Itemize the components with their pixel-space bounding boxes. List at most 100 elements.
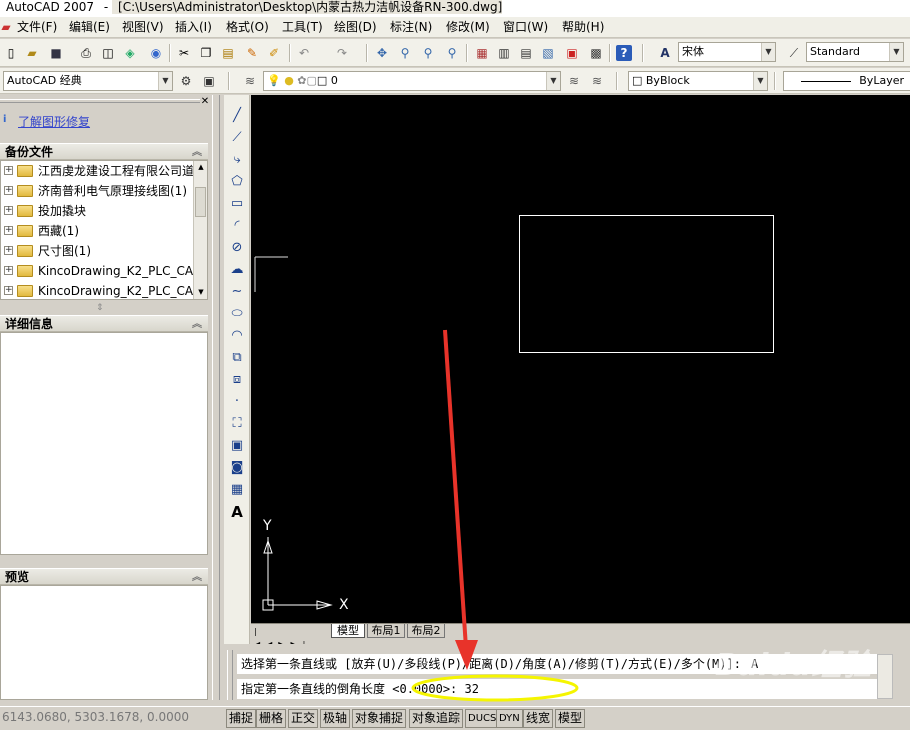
publish-icon[interactable]: ◈ <box>122 45 138 61</box>
list-item[interactable]: + KincoDrawing_K2_PLC_CAD <box>1 281 193 299</box>
linetype-select[interactable]: ByLayer <box>783 71 910 91</box>
drawn-rectangle <box>519 215 774 353</box>
polyline-icon[interactable]: ⤷ <box>228 151 246 169</box>
lineweight-toggle[interactable]: 线宽 <box>523 709 554 728</box>
pan-icon[interactable]: ✥ <box>374 45 390 61</box>
multiline-text-icon[interactable]: A <box>228 503 246 521</box>
color-select[interactable]: □ ByBlock ▼ <box>628 71 768 91</box>
preview-header[interactable]: 预览 ︽ <box>0 568 208 585</box>
ortho-toggle[interactable]: 正交 <box>288 709 319 728</box>
revision-cloud-icon[interactable]: ☁ <box>228 261 246 279</box>
list-item[interactable]: + 江西虔龙建设工程有限公司道 <box>1 161 193 181</box>
close-panel-icon[interactable]: ✕ <box>200 97 210 107</box>
tab-layout2[interactable]: 布局2 <box>407 624 445 638</box>
ducs-toggle[interactable]: DUCS <box>465 709 500 728</box>
menu-modify[interactable]: 修改(M) <box>446 19 490 35</box>
splitter-icon[interactable]: ⇕ <box>96 303 104 313</box>
menu-edit[interactable]: 编辑(E) <box>69 19 110 35</box>
list-item[interactable]: + 济南普利电气原理接线图(1) <box>1 181 193 201</box>
list-item[interactable]: + 投加撬块 <box>1 201 193 221</box>
app-menu-icon[interactable]: ▰ <box>0 19 12 35</box>
polygon-icon[interactable]: ⬠ <box>228 173 246 191</box>
print-icon[interactable]: ⎙ <box>78 45 94 61</box>
menu-file[interactable]: 文件(F) <box>17 19 57 35</box>
tab-layout1[interactable]: 布局1 <box>367 624 405 638</box>
tab-nav-arrows[interactable]: |◀◀▶▶| <box>254 625 318 649</box>
details-header[interactable]: 详细信息 ︽ <box>0 315 208 332</box>
block-editor-icon[interactable]: ✐ <box>266 45 282 61</box>
list-item[interactable]: + 西藏(1) <box>1 221 193 241</box>
construction-line-icon[interactable]: ⟋ <box>228 129 246 147</box>
arc-icon[interactable]: ◜ <box>228 217 246 235</box>
layer-previous-icon[interactable]: ≋ <box>589 73 605 89</box>
spline-icon[interactable]: ∼ <box>228 283 246 301</box>
menu-window[interactable]: 窗口(W) <box>503 19 548 35</box>
open-icon[interactable]: ▰ <box>24 45 40 61</box>
copy-icon[interactable]: ❐ <box>198 45 214 61</box>
calculator-icon[interactable]: ▩ <box>588 45 604 61</box>
polar-toggle[interactable]: 极轴 <box>320 709 351 728</box>
font-select[interactable]: 宋体 ▼ <box>678 42 776 62</box>
drawing-canvas[interactable]: Y X <box>251 95 910 623</box>
properties-icon[interactable]: ▦ <box>474 45 490 61</box>
tree-scrollbar[interactable]: ▲ ▼ <box>193 161 207 299</box>
new-icon[interactable]: ▯ <box>3 45 19 61</box>
design-center-icon[interactable]: ▥ <box>496 45 512 61</box>
dyn-toggle[interactable]: DYN <box>496 709 523 728</box>
ellipse-arc-icon[interactable]: ◠ <box>228 327 246 345</box>
dim-style-icon[interactable]: ⟋ <box>786 45 802 61</box>
list-item[interactable]: + 尺寸图(1) <box>1 241 193 261</box>
match-properties-icon[interactable]: ✎ <box>244 45 260 61</box>
make-block-icon[interactable]: ⧈ <box>228 371 246 389</box>
redo-icon[interactable]: ↷ <box>334 45 350 61</box>
snap-toggle[interactable]: 捕捉 <box>226 709 257 728</box>
line-icon[interactable]: ╱ <box>228 107 246 125</box>
command-scrollbar[interactable] <box>877 654 893 699</box>
list-item[interactable]: + KincoDrawing_K2_PLC_CAD <box>1 261 193 281</box>
circle-icon[interactable]: ⊘ <box>228 239 246 257</box>
sheet-set-icon[interactable]: ▧ <box>540 45 556 61</box>
paste-icon[interactable]: ▤ <box>220 45 236 61</box>
tool-palettes-icon[interactable]: ▤ <box>518 45 534 61</box>
layer-select[interactable]: 💡 ● ✿▢□ 0 ▼ <box>263 71 561 91</box>
grid-toggle[interactable]: 栅格 <box>256 709 287 728</box>
insert-block-icon[interactable]: ⧉ <box>228 349 246 367</box>
help-icon[interactable]: ? <box>616 45 632 61</box>
layer-manager-icon[interactable]: ≋ <box>242 73 258 89</box>
menu-tools[interactable]: 工具(T) <box>282 19 323 35</box>
menu-help[interactable]: 帮助(H) <box>562 19 604 35</box>
undo-icon[interactable]: ↶ <box>296 45 312 61</box>
gradient-icon[interactable]: ▣ <box>228 437 246 455</box>
hatch-icon[interactable]: ⛶ <box>228 415 246 433</box>
zoom-realtime-icon[interactable]: ⚲ <box>397 45 413 61</box>
zoom-previous-icon[interactable]: ⚲ <box>444 45 460 61</box>
model-toggle[interactable]: 模型 <box>555 709 586 728</box>
plot-preview-icon[interactable]: ◫ <box>100 45 116 61</box>
backup-files-header[interactable]: 备份文件 ︽ <box>0 143 208 160</box>
markup-icon[interactable]: ▣ <box>564 45 580 61</box>
menu-insert[interactable]: 插入(I) <box>175 19 212 35</box>
region-icon[interactable]: ◙ <box>228 459 246 477</box>
rectangle-icon[interactable]: ▭ <box>228 195 246 213</box>
recovery-link[interactable]: 了解图形修复 <box>18 113 90 130</box>
workspace-settings-icon[interactable]: ⚙ <box>178 73 194 89</box>
osnap-toggle[interactable]: 对象捕捉 <box>352 709 407 728</box>
point-icon[interactable]: · <box>228 393 246 411</box>
workspace-save-icon[interactable]: ▣ <box>201 73 217 89</box>
menu-draw[interactable]: 绘图(D) <box>334 19 377 35</box>
table-icon[interactable]: ▦ <box>228 481 246 499</box>
otrack-toggle[interactable]: 对象追踪 <box>409 709 464 728</box>
zoom-window-icon[interactable]: ⚲ <box>420 45 436 61</box>
tab-model[interactable]: 模型 <box>331 624 365 638</box>
cut-icon[interactable]: ✂ <box>176 45 192 61</box>
menu-view[interactable]: 视图(V) <box>122 19 164 35</box>
save-icon[interactable]: ■ <box>48 45 64 61</box>
make-object-layer-current-icon[interactable]: ≋ <box>566 73 582 89</box>
text-style-icon[interactable]: A <box>657 45 673 61</box>
style-select[interactable]: Standard ▼ <box>806 42 904 62</box>
3d-dwf-icon[interactable]: ◉ <box>148 45 164 61</box>
menu-dimension[interactable]: 标注(N) <box>390 19 432 35</box>
workspace-select[interactable]: AutoCAD 经典 ▼ <box>3 71 173 91</box>
menu-format[interactable]: 格式(O) <box>226 19 269 35</box>
ellipse-icon[interactable]: ⬭ <box>228 305 246 323</box>
